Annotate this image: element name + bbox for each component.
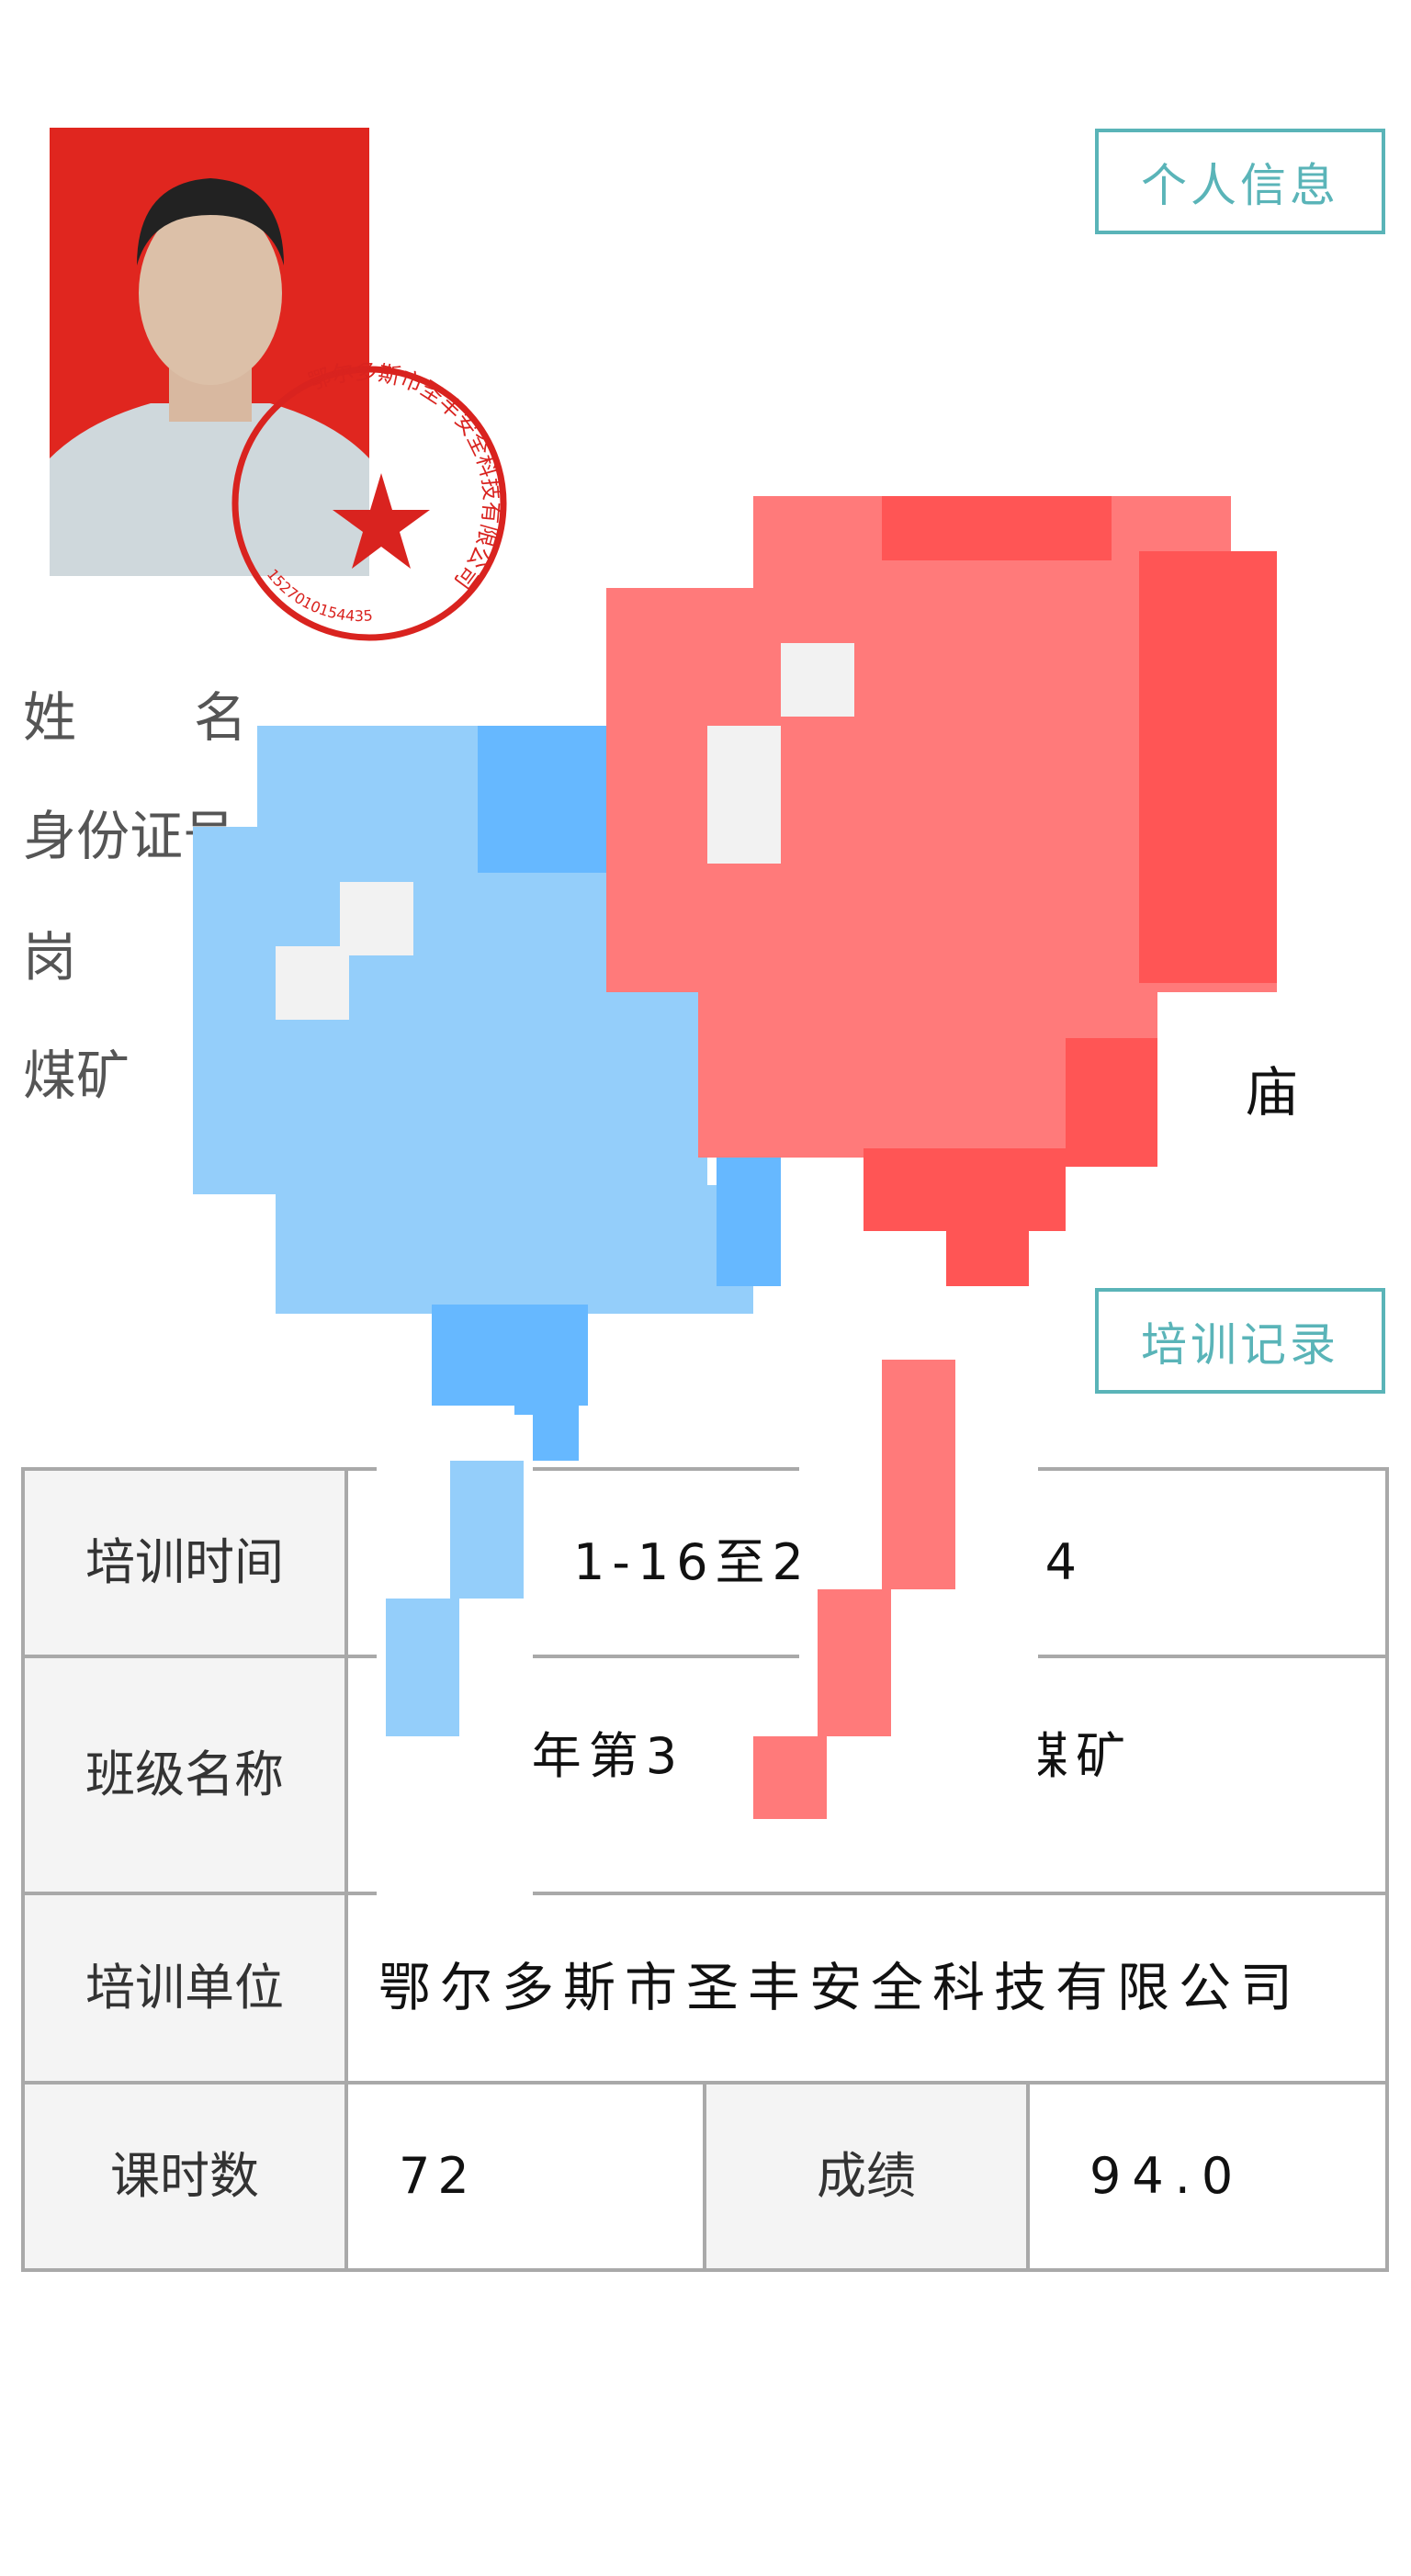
training-time-value: 1-16至20 24 — [344, 1467, 1390, 1658]
score-value: 94.0 — [1025, 2081, 1390, 2272]
training-unit-value: 鄂尔多斯市圣丰安全科技有限公司 — [344, 1892, 1390, 2085]
table-row: 培训单位 鄂尔多斯市圣丰安全科技有限公司 — [21, 1892, 1390, 2085]
training-record-table: 培训时间 1-16至20 24 班级名称 22年第3 林庙煤矿 培训单位 鄂尔多斯市… — [21, 1467, 1390, 2272]
table-row: 课时数 72 成绩 94.0 — [21, 2081, 1390, 2272]
value-fragment: 24 — [1006, 1533, 1084, 1591]
training-unit-label: 培训单位 — [21, 1892, 348, 2085]
score-label: 成绩 — [703, 2081, 1030, 2272]
training-record-button[interactable]: 培训记录 — [1095, 1288, 1385, 1394]
hours-label: 课时数 — [21, 2081, 348, 2272]
personal-info-button[interactable]: 个人信息 — [1095, 129, 1385, 234]
value-fragment: 22年第3 — [454, 1727, 685, 1785]
name-label: 姓 名 — [23, 686, 252, 749]
post-label: 岗 — [23, 926, 77, 989]
stamp-code: 1527010154435 — [264, 566, 374, 625]
table-row: 班级名称 22年第3 林庙煤矿 — [21, 1655, 1390, 1895]
mine-label: 煤矿 — [23, 1045, 130, 1107]
class-name-value: 22年第3 林庙煤矿 — [344, 1655, 1390, 1895]
id-number-label: 身份证号 — [23, 805, 237, 867]
training-time-label: 培训时间 — [21, 1467, 348, 1658]
table-row: 培训时间 1-16至20 24 — [21, 1467, 1390, 1658]
name-value: ： — [322, 703, 376, 765]
svg-text:1527010154435: 1527010154435 — [264, 566, 374, 625]
official-stamp: 鄂尔多斯市圣丰安全科技有限公司 1527010154435 — [231, 363, 507, 641]
class-name-label: 班级名称 — [21, 1655, 348, 1895]
value-fragment: 1-16至20 — [573, 1533, 851, 1591]
value-fragment: 林庙煤矿 — [905, 1727, 1134, 1785]
hours-value: 72 — [344, 2081, 706, 2272]
mine-value: 庙 — [1245, 1061, 1299, 1124]
